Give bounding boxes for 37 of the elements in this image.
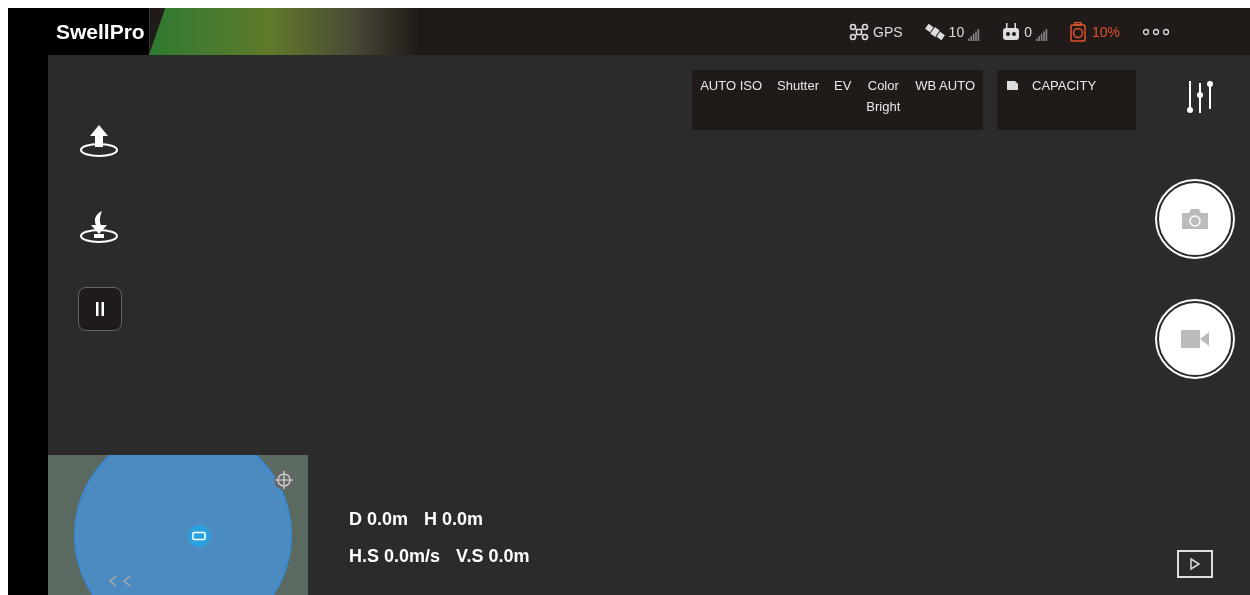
return-home-icon[interactable]: [78, 209, 120, 245]
gps-label: GPS: [873, 23, 903, 40]
camera-icon: [1182, 209, 1208, 229]
sd-card-icon: [1007, 81, 1018, 90]
drone-location-marker-icon: [188, 525, 210, 547]
telemetry-reading: H.S 0.0m/s: [349, 546, 441, 567]
video-camera-icon: [1181, 330, 1209, 348]
more-options-icon[interactable]: [1142, 27, 1170, 36]
camera-setting[interactable]: Color Bright: [866, 75, 901, 117]
settings-sliders-icon[interactable]: [1187, 79, 1213, 115]
locate-crosshair-icon[interactable]: [273, 469, 295, 491]
camera-setting[interactable]: EV: [833, 75, 852, 96]
remote-signal-count: 0: [1024, 23, 1032, 40]
telemetry-reading: H 0.0m: [424, 509, 484, 530]
photo-capture-button[interactable]: [1157, 181, 1233, 257]
telemetry-reading: D 0.0m: [349, 509, 409, 530]
pause-button[interactable]: [78, 287, 122, 331]
camera-settings-panel[interactable]: AUTO ISO Shutter EV Color Bright WB AUTO: [692, 70, 983, 130]
camera-setting[interactable]: Shutter: [777, 75, 819, 96]
satellite-icon: [924, 22, 945, 41]
camera-setting[interactable]: WB AUTO: [915, 75, 975, 96]
play-icon: [1190, 558, 1200, 570]
battery-icon: [1069, 21, 1088, 42]
battery-percentage: 10%: [1091, 23, 1120, 40]
signal-bars-icon: [968, 28, 981, 41]
pause-icon: [95, 302, 105, 316]
satellite-count: 10: [948, 23, 965, 40]
swellpro-logo: SwellPro: [48, 8, 150, 55]
storage-capacity-label: CAPACITY: [1032, 77, 1097, 95]
remote-controller-icon: [1002, 22, 1021, 41]
signal-bars-icon: [1035, 28, 1048, 41]
drone-icon: [849, 22, 869, 41]
video-record-button[interactable]: [1157, 301, 1233, 377]
playback-button[interactable]: [1177, 550, 1213, 578]
camera-setting[interactable]: AUTO ISO: [700, 75, 763, 96]
takeoff-icon[interactable]: [78, 123, 120, 159]
telemetry-reading: V.S 0.0m: [456, 546, 530, 567]
